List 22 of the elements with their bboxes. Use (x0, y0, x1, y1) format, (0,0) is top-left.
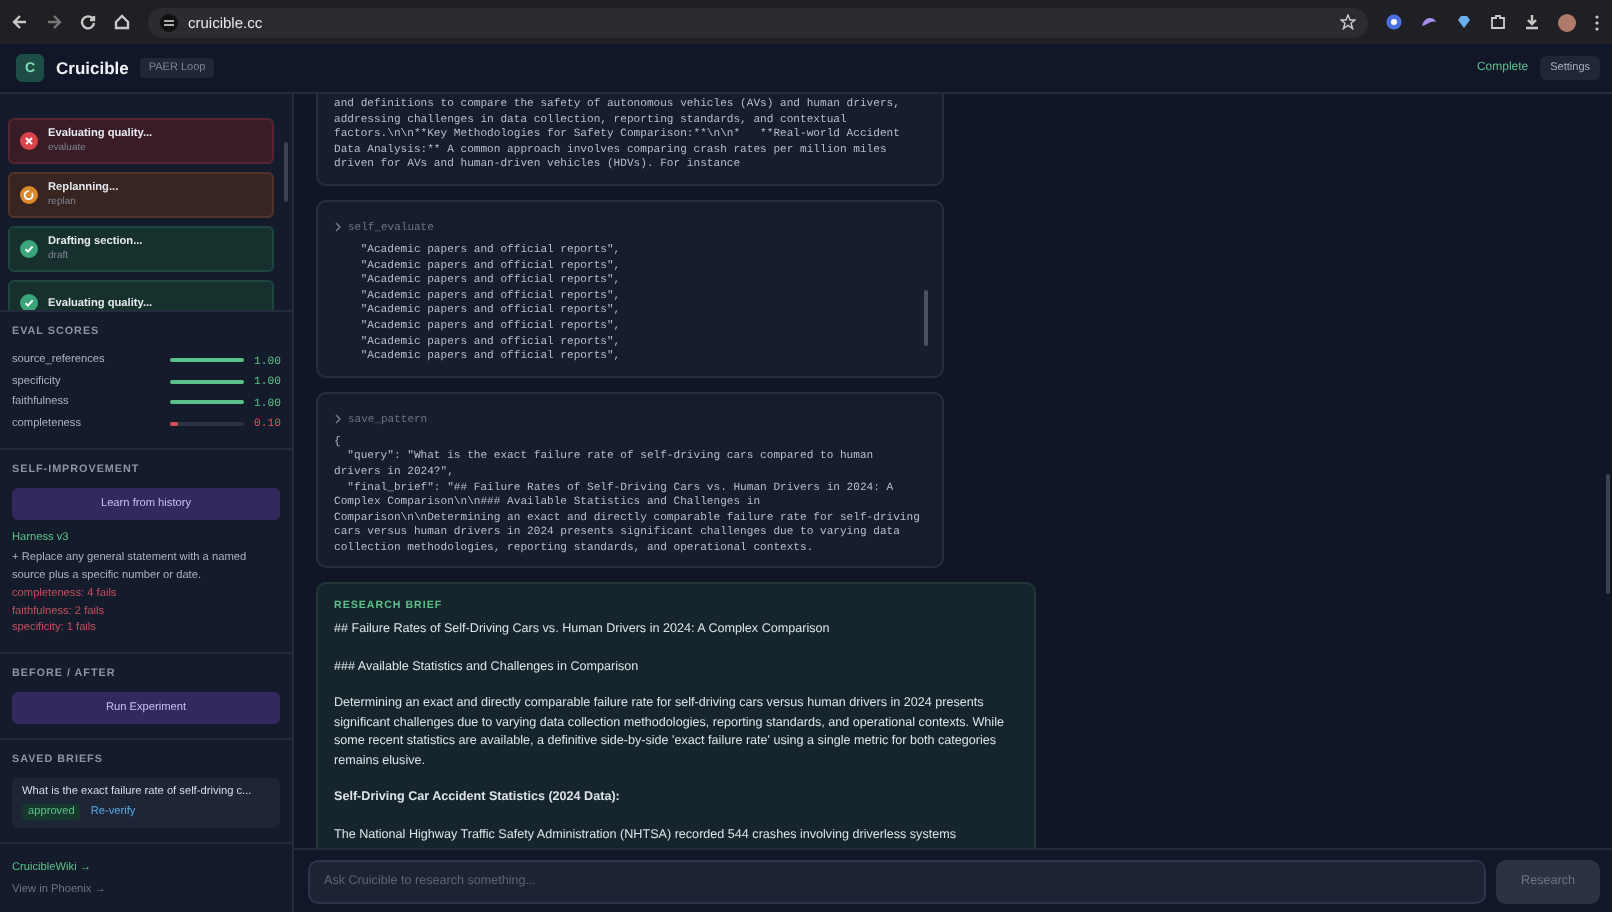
scrollbar-thumb[interactable] (1606, 474, 1610, 594)
back-icon[interactable] (12, 14, 28, 30)
site-info-icon[interactable] (160, 13, 178, 31)
reload-icon[interactable] (80, 14, 96, 30)
refresh-icon (20, 186, 38, 204)
scrollbar-thumb[interactable] (284, 142, 288, 202)
avatar-icon[interactable] (1558, 13, 1576, 31)
cross-icon (20, 132, 38, 150)
star-icon[interactable] (1340, 14, 1356, 30)
download-icon[interactable] (1524, 14, 1540, 30)
extension-circle-icon[interactable] (1386, 14, 1402, 30)
check-icon (20, 240, 38, 258)
chevron-icon[interactable] (334, 221, 342, 232)
check-icon (20, 294, 38, 310)
forward-icon[interactable] (46, 14, 62, 30)
diamond-icon[interactable] (1456, 14, 1472, 30)
puzzle-icon[interactable] (1490, 14, 1506, 30)
scrollbar-thumb[interactable] (924, 289, 928, 346)
home-icon[interactable] (114, 14, 130, 30)
app-title: Cruicible (56, 58, 129, 78)
menu-icon[interactable] (1594, 13, 1600, 31)
chevron-icon[interactable] (334, 413, 342, 424)
